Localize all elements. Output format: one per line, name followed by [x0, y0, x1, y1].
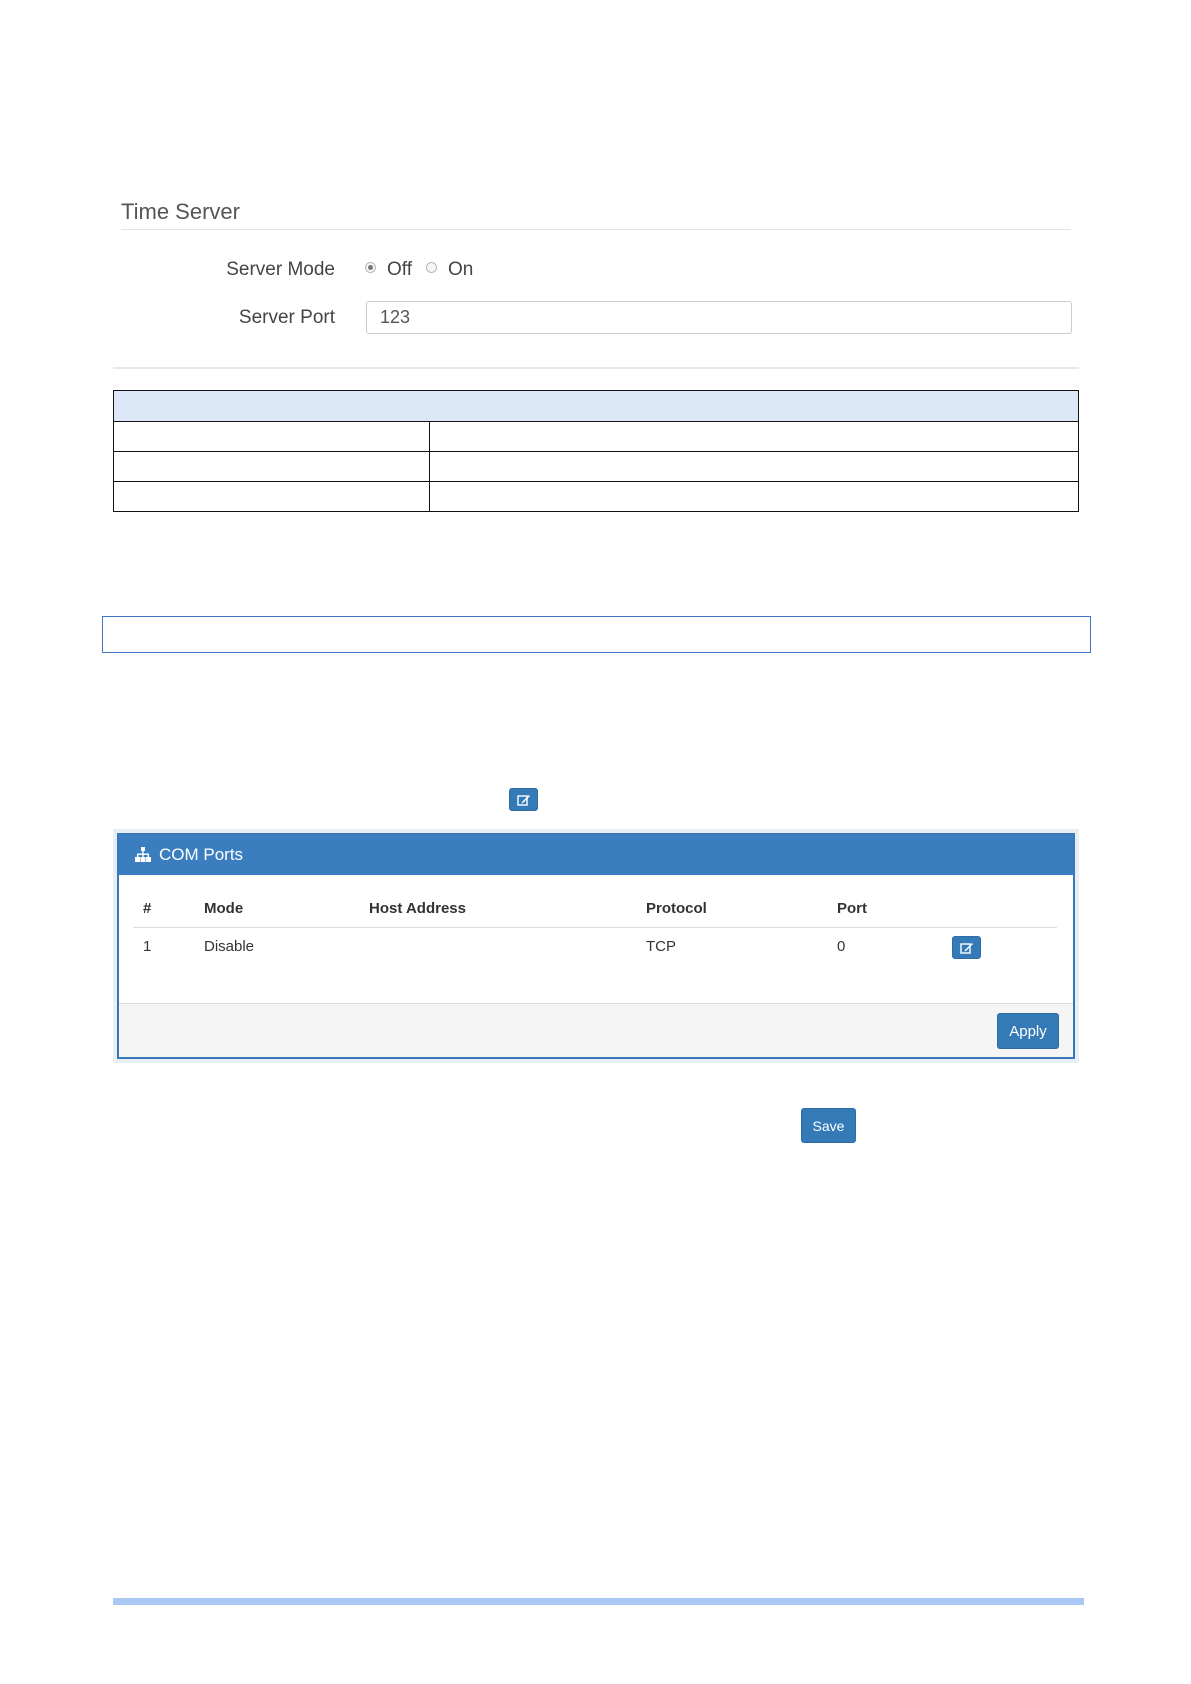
column-header-host-address: Host Address: [369, 900, 466, 917]
edit-button[interactable]: [509, 788, 538, 811]
server-mode-on-label[interactable]: On: [448, 259, 473, 281]
apply-button[interactable]: Apply: [997, 1013, 1059, 1049]
column-header-protocol: Protocol: [646, 900, 707, 917]
time-server-title: Time Server: [121, 199, 240, 224]
table-cell: [113, 481, 430, 512]
table-row: [113, 451, 1079, 482]
server-mode-label: Server Mode: [226, 259, 335, 280]
table-row: [113, 481, 1079, 512]
table-cell: [429, 451, 1079, 482]
table-header-cell: [113, 390, 1079, 422]
com-ports-panel: COM Ports # Mode Host Address Protocol P…: [117, 833, 1075, 1059]
section-divider: [121, 229, 1071, 230]
table-row: [113, 421, 1079, 452]
table-cell: [113, 451, 430, 482]
panel-footer: Apply: [119, 1003, 1073, 1057]
edit-icon: [959, 942, 973, 954]
server-mode-off-radio[interactable]: [365, 262, 376, 273]
panel-title: COM Ports: [159, 845, 244, 864]
table-cell: [429, 481, 1079, 512]
column-header-mode: Mode: [204, 900, 244, 917]
server-port-label: Server Port: [238, 307, 335, 328]
server-mode-on-radio[interactable]: [426, 262, 437, 273]
row-mode: Disable: [204, 938, 255, 955]
sitemap-icon: [135, 847, 151, 862]
column-header-number: #: [143, 900, 152, 917]
server-port-input[interactable]: [366, 301, 1072, 334]
row-edit-button[interactable]: [952, 936, 981, 959]
row-port: 0: [837, 938, 846, 955]
row-protocol: TCP: [646, 938, 676, 955]
description-table: [113, 390, 1079, 512]
table-cell: [113, 421, 430, 452]
page-footer-bar: [113, 1598, 1084, 1605]
save-button[interactable]: Save: [801, 1108, 856, 1143]
column-header-port: Port: [837, 900, 867, 917]
panel-header: COM Ports: [119, 835, 1073, 875]
table-header-row: [113, 390, 1079, 422]
note-box: [102, 616, 1091, 653]
server-mode-off-label[interactable]: Off: [387, 259, 412, 281]
header-divider: [133, 927, 1057, 928]
section-bottom-divider: [113, 367, 1079, 369]
edit-icon: [516, 794, 530, 806]
row-number: 1: [143, 938, 152, 955]
table-cell: [429, 421, 1079, 452]
